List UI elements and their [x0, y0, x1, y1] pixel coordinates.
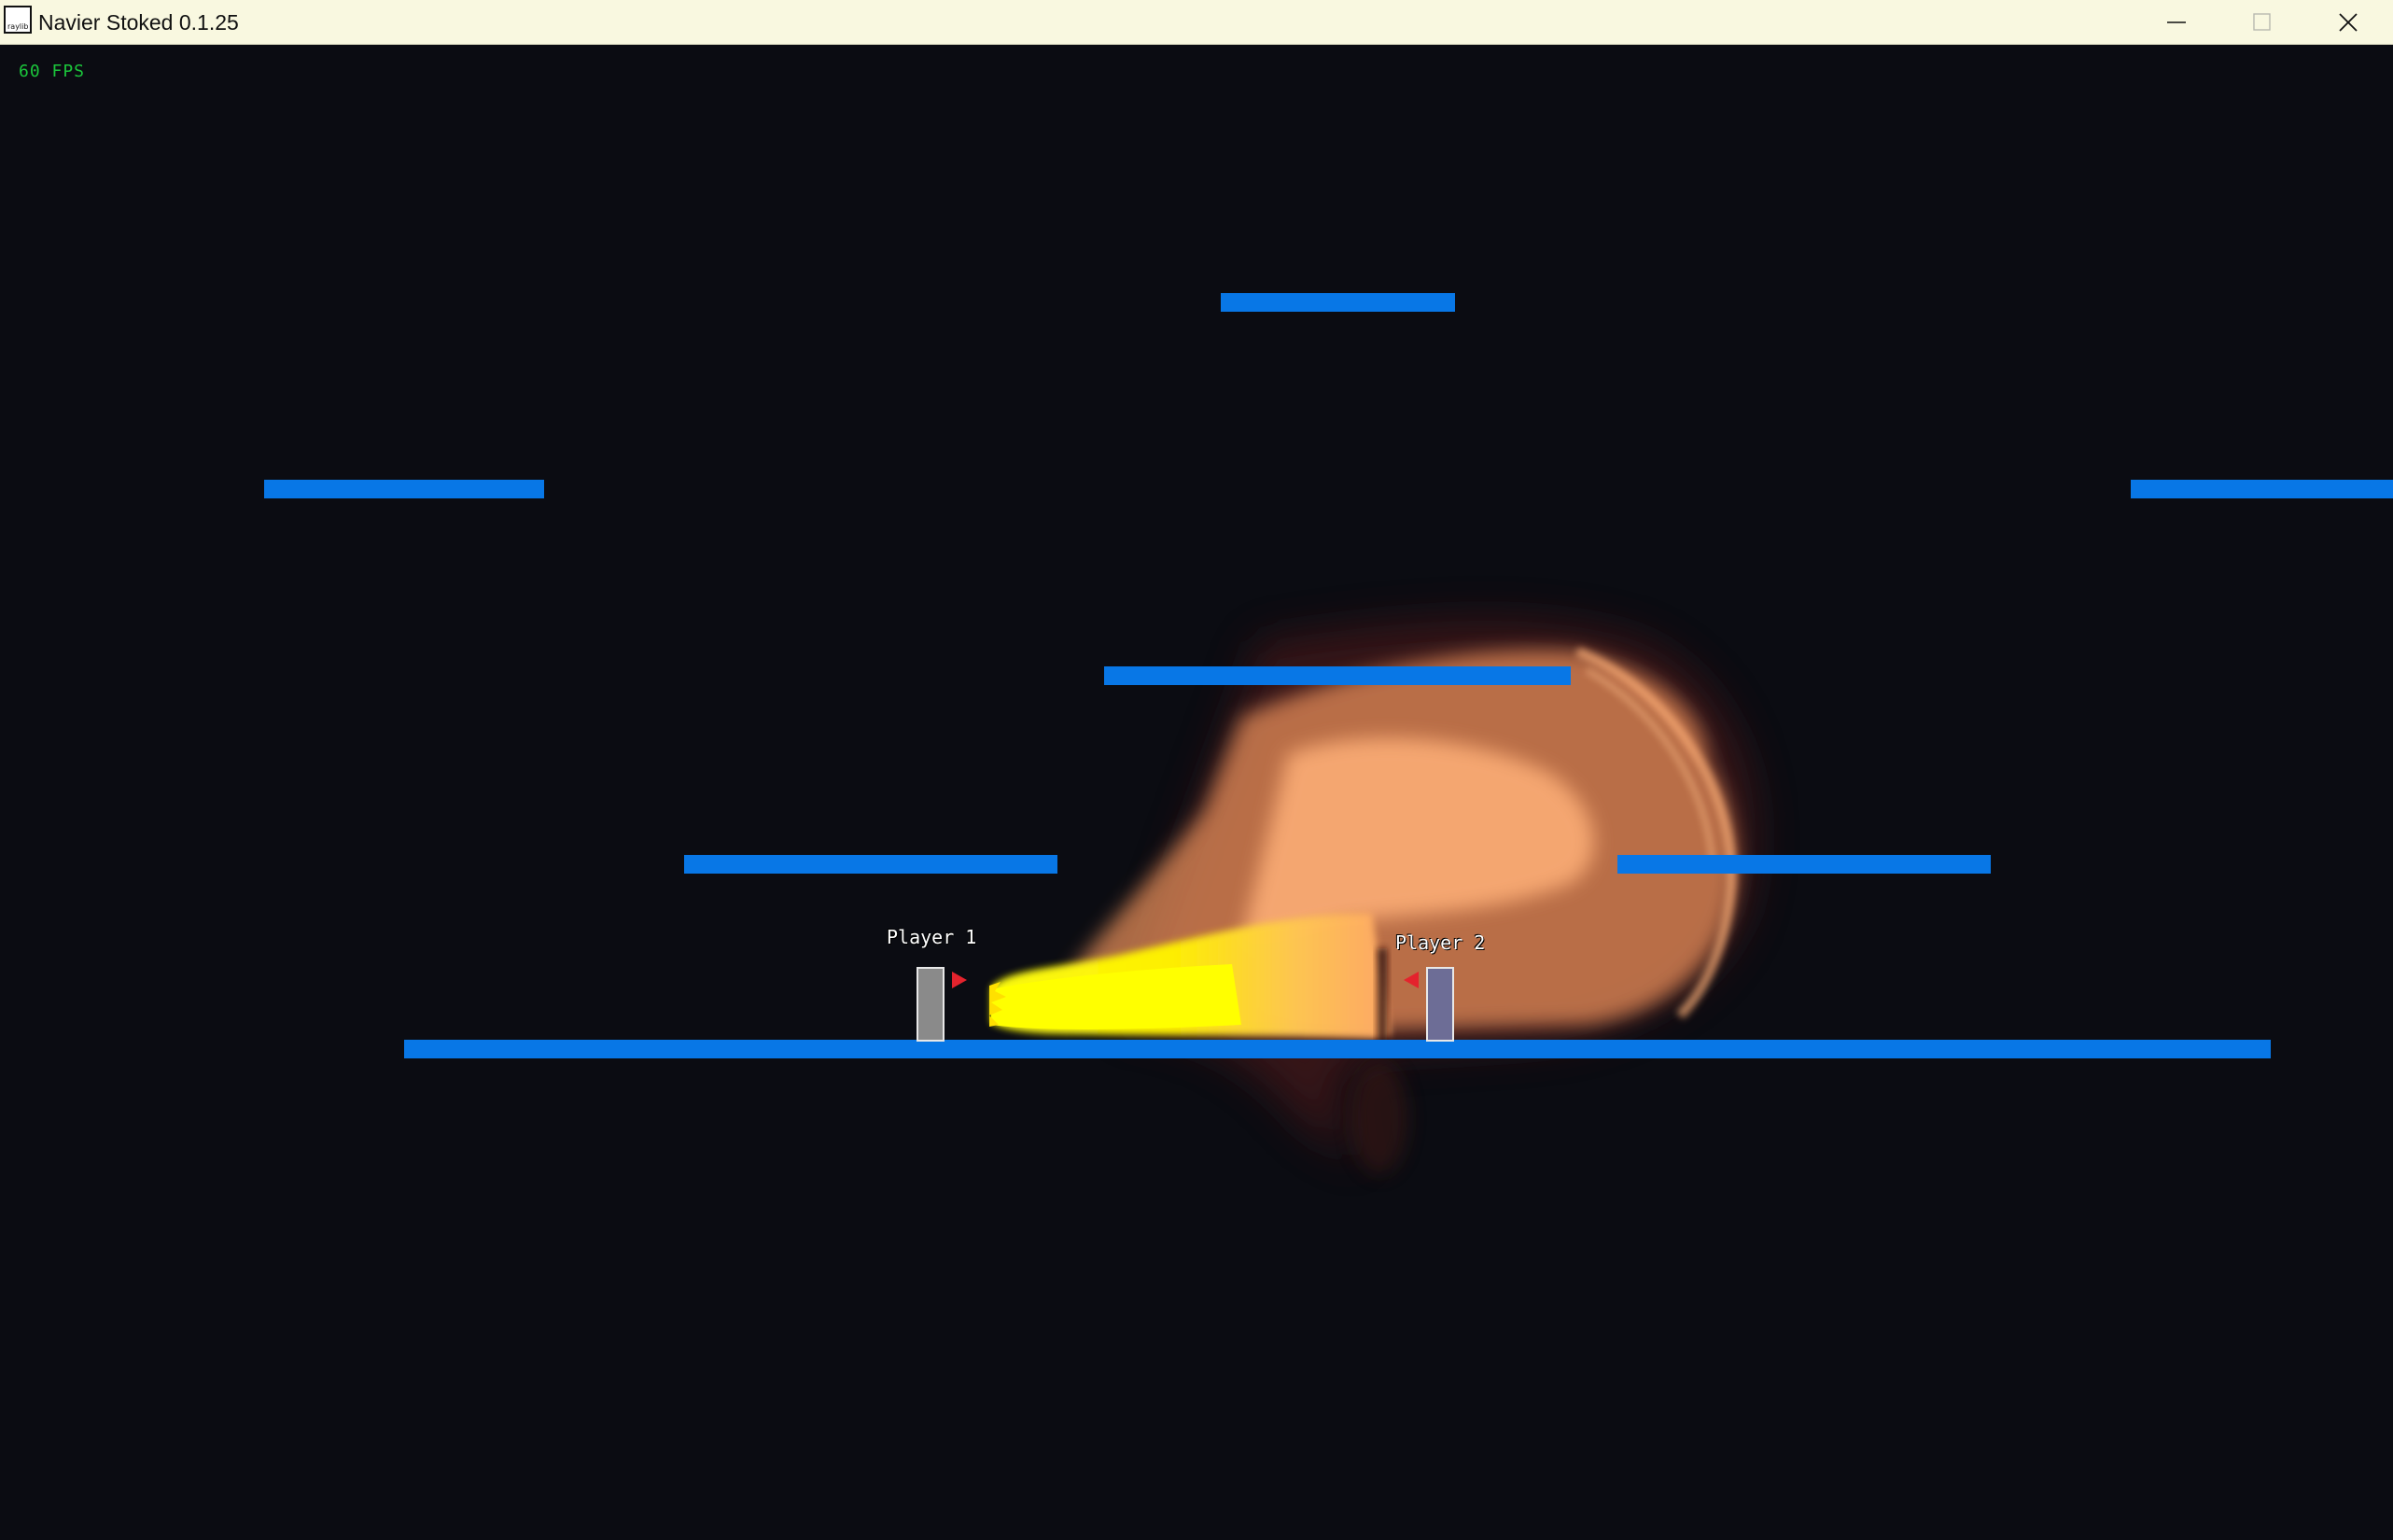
platform-upper-left: [264, 480, 544, 498]
platform-lower-right: [1617, 855, 1991, 874]
platform-top: [1221, 293, 1455, 312]
minimize-icon: [2167, 21, 2186, 23]
game-viewport[interactable]: 60 FPS Player 1 Player 2: [0, 45, 2393, 1540]
player-2-character: [1426, 967, 1454, 1042]
platform-upper-right: [2131, 480, 2393, 498]
player-2-label: Player 2: [1395, 931, 1486, 954]
close-button[interactable]: [2305, 0, 2391, 45]
platform-lower-left: [684, 855, 1057, 874]
app-icon-label: raylib: [7, 22, 29, 31]
window-title: Navier Stoked 0.1.25: [38, 10, 239, 35]
game-window: raylib Navier Stoked 0.1.25 60 FPS Playe…: [0, 0, 2393, 1540]
title-bar[interactable]: raylib Navier Stoked 0.1.25: [0, 0, 2393, 45]
maximize-icon: [2253, 13, 2271, 31]
minimize-button[interactable]: [2134, 0, 2219, 45]
player-1-facing-arrow-icon: [952, 972, 967, 988]
close-icon: [2339, 13, 2358, 32]
raylib-app-icon: raylib: [4, 6, 32, 34]
maximize-button[interactable]: [2219, 0, 2305, 45]
platform-middle: [1104, 666, 1571, 685]
platform-floor: [404, 1040, 2271, 1058]
player-1-character: [917, 967, 945, 1042]
player-1-label: Player 1: [887, 926, 977, 948]
player-2-facing-arrow-icon: [1404, 972, 1419, 988]
fire-smoke-simulation: [989, 620, 1756, 1174]
